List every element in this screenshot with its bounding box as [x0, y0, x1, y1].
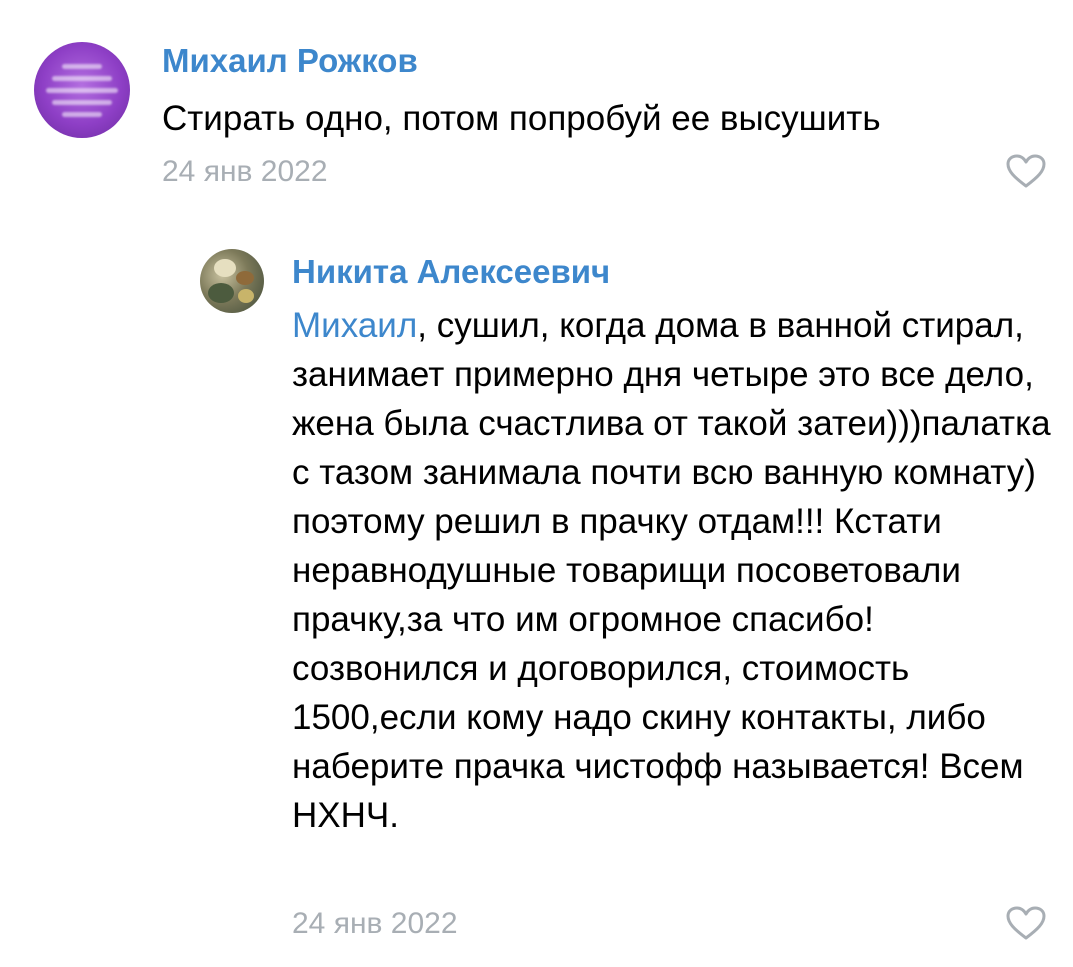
comment: Михаил Рожков Стирать одно, потом попроб… — [0, 0, 1073, 200]
comment-text: Михаил, сушил, когда дома в ванной стира… — [292, 301, 1052, 840]
comment-author[interactable]: Никита Алексеевич — [292, 253, 610, 291]
reply-comment: Никита Алексеевич Михаил, сушил, когда д… — [0, 200, 1073, 967]
comment-author[interactable]: Михаил Рожков — [162, 42, 418, 80]
avatar[interactable] — [200, 249, 264, 313]
heart-outline-icon[interactable] — [1005, 905, 1047, 941]
comment-text: Стирать одно, потом попробуй ее высушить — [162, 99, 881, 138]
comment-date: 24 янв 2022 — [162, 155, 328, 188]
comment-date: 24 янв 2022 — [292, 907, 458, 940]
heart-outline-icon[interactable] — [1005, 153, 1047, 189]
avatar[interactable] — [34, 42, 130, 138]
mention-link[interactable]: Михаил — [292, 306, 417, 345]
comment-text-body: , сушил, когда дома в ванной стирал, зан… — [292, 306, 1051, 835]
